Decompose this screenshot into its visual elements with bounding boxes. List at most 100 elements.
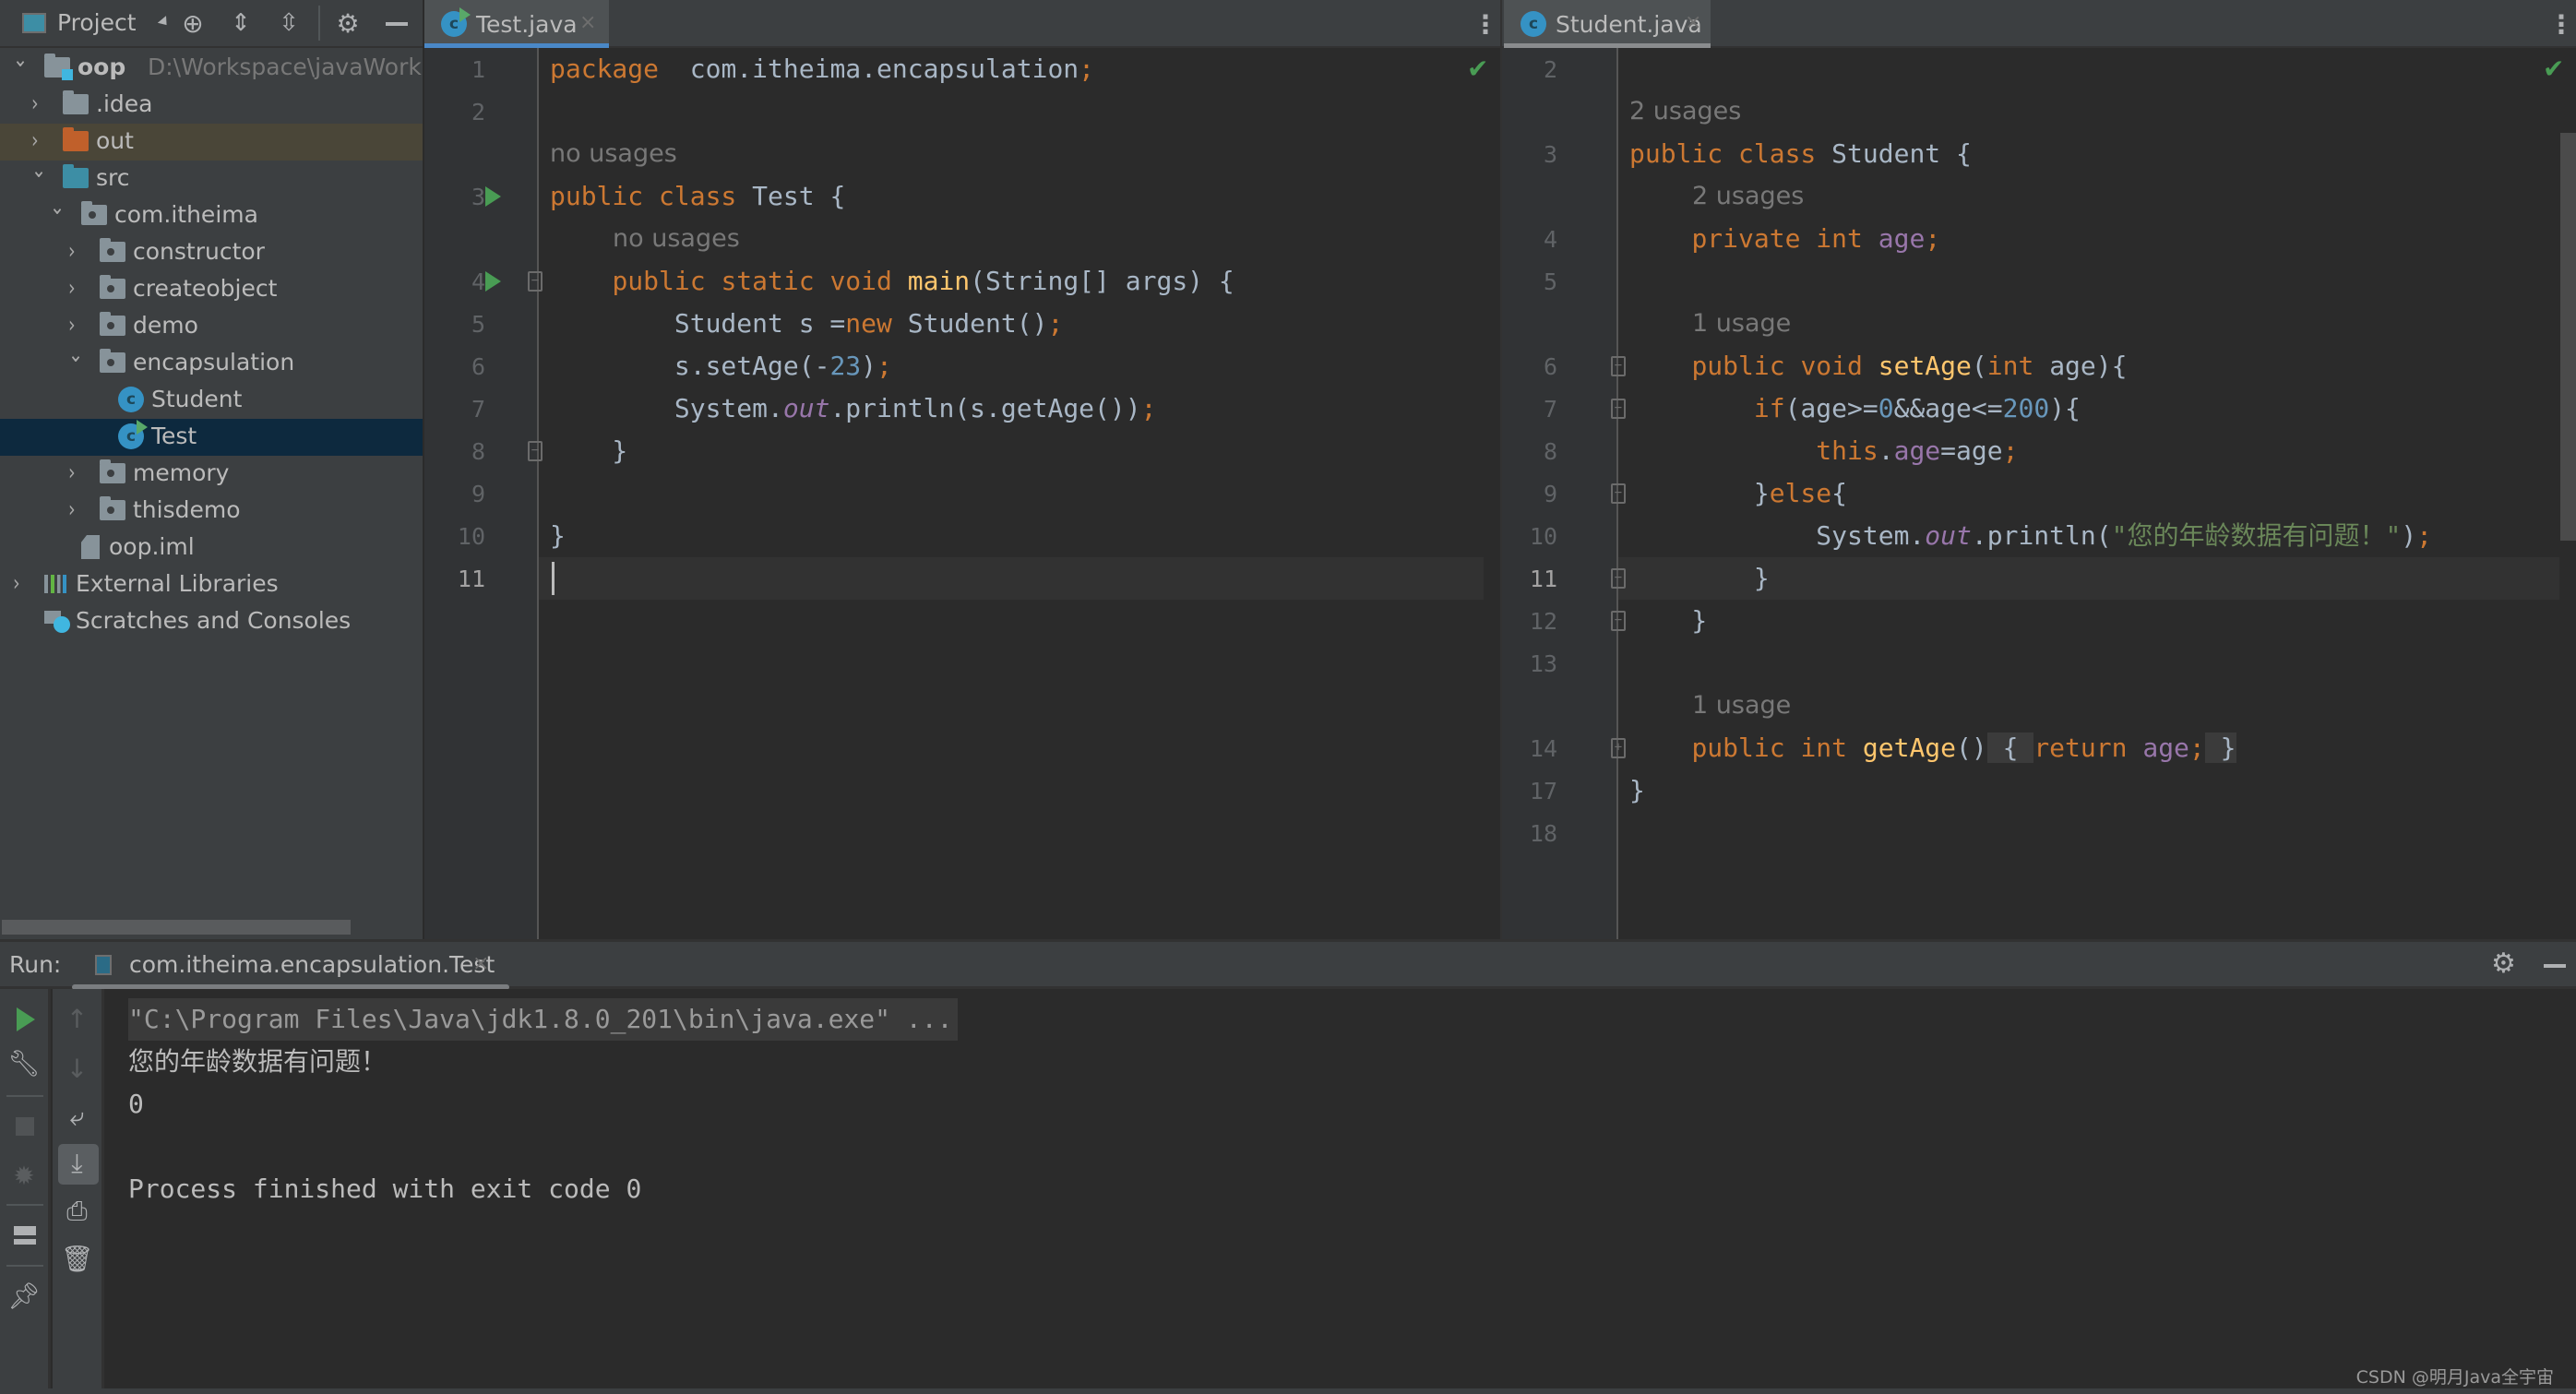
close-tab-icon[interactable]: × bbox=[1685, 11, 1701, 34]
close-tab-icon[interactable]: × bbox=[579, 11, 596, 34]
tree-item-external-libraries[interactable]: › External Libraries bbox=[0, 566, 423, 603]
chevron-down-icon[interactable]: ⌄ bbox=[68, 345, 83, 367]
tree-item--idea[interactable]: › .idea bbox=[0, 87, 423, 124]
tree-item-oop-iml[interactable]: oop.iml bbox=[0, 530, 423, 566]
code-line[interactable]: System.out.println(s.getAge()); bbox=[550, 387, 1157, 430]
stop-icon[interactable] bbox=[16, 1117, 34, 1136]
tree-item-thisdemo[interactable]: › thisdemo bbox=[0, 493, 423, 530]
code-line[interactable]: private int age; bbox=[1629, 218, 1940, 260]
fold-collapse-icon[interactable]: − bbox=[528, 441, 543, 461]
java-class-icon: c bbox=[1521, 11, 1546, 37]
tree-item-encapsulation[interactable]: ⌄ encapsulation bbox=[0, 345, 423, 382]
tree-item-student[interactable]: c Student bbox=[0, 382, 423, 419]
run-gutter-icon[interactable] bbox=[485, 186, 501, 207]
code-line[interactable]: System.out.println("您的年龄数据有问题！"); bbox=[1629, 515, 2432, 557]
chevron-right-icon[interactable]: › bbox=[68, 312, 83, 338]
more-options-icon[interactable]: ⋮ bbox=[2548, 9, 2574, 40]
code-line[interactable]: public static void main(String[] args) { bbox=[550, 260, 1234, 303]
chevron-down-icon[interactable]: ⌄ bbox=[31, 161, 46, 183]
tree-item-src[interactable]: ⌄ src bbox=[0, 161, 423, 197]
right-editor-vertical-scrollbar[interactable] bbox=[2560, 133, 2576, 541]
soft-wrap-icon[interactable]: ⤶ bbox=[53, 1102, 101, 1133]
code-line[interactable]: }else{ bbox=[1629, 472, 1847, 515]
code-line[interactable]: public void setAge(int age){ bbox=[1629, 345, 2127, 387]
tree-item-createobject[interactable]: › createobject bbox=[0, 271, 423, 308]
code-line[interactable]: } bbox=[1629, 769, 1645, 812]
fold-collapse-icon[interactable]: − bbox=[1611, 611, 1626, 631]
tree-item-memory[interactable]: › memory bbox=[0, 456, 423, 493]
fold-collapse-icon[interactable]: − bbox=[1611, 356, 1626, 376]
fold-collapse-icon[interactable]: − bbox=[1611, 483, 1626, 504]
usages-hint[interactable]: no usages bbox=[550, 133, 677, 175]
code-line[interactable]: Student s =new Student(); bbox=[550, 303, 1063, 345]
project-view-selector[interactable]: Project bbox=[57, 9, 137, 36]
project-horizontal-scrollbar[interactable] bbox=[2, 920, 351, 935]
pin-icon[interactable]: 📌︎ bbox=[0, 1281, 48, 1311]
chevron-right-icon[interactable]: › bbox=[31, 127, 46, 153]
locate-icon[interactable]: ⊕ bbox=[177, 7, 209, 39]
usages-hint[interactable]: 1 usage bbox=[1692, 303, 1791, 345]
chevron-down-icon[interactable]: ⌄ bbox=[50, 197, 65, 220]
clear-icon[interactable]: 🗑︎ bbox=[53, 1244, 101, 1274]
code-line[interactable]: } bbox=[550, 515, 566, 557]
tree-item-test[interactable]: c Test bbox=[0, 419, 423, 456]
console-output[interactable]: "C:\Program Files\Java\jdk1.8.0_201\bin\… bbox=[104, 989, 2576, 1388]
gear-icon[interactable]: ⚙ bbox=[332, 7, 364, 39]
chevron-right-icon[interactable]: › bbox=[68, 238, 83, 264]
scroll-down-icon[interactable]: ↓ bbox=[53, 1054, 101, 1084]
left-editor[interactable]: ✔ 1 package com.itheima.encapsulation; 2 no… bbox=[424, 48, 1500, 939]
code-line[interactable]: public class Student { bbox=[1629, 133, 1972, 175]
right-editor[interactable]: ✔ 22 usages 3 public class Student {2 usag… bbox=[1502, 48, 2576, 939]
chevron-down-icon[interactable]: ⌄ bbox=[13, 50, 28, 72]
tree-item-com-itheima[interactable]: ⌄ com.itheima bbox=[0, 197, 423, 234]
close-run-tab-icon[interactable]: × bbox=[472, 952, 489, 975]
code-token: { bbox=[1831, 478, 1848, 508]
chevron-right-icon[interactable]: › bbox=[68, 275, 83, 301]
chevron-right-icon[interactable]: › bbox=[31, 90, 46, 116]
tree-item-oop[interactable]: ⌄ oop D:\Workspace\javaWorkspa bbox=[0, 50, 423, 87]
chevron-right-icon[interactable]: › bbox=[68, 459, 83, 485]
chevron-right-icon[interactable]: › bbox=[68, 496, 83, 522]
code-line[interactable]: } bbox=[550, 430, 627, 472]
tree-item-demo[interactable]: › demo bbox=[0, 308, 423, 345]
collapse-all-icon[interactable]: ⇳ bbox=[273, 7, 304, 39]
tab-student-java[interactable]: c Student.java × bbox=[1504, 0, 1711, 48]
fold-expand-icon[interactable]: + bbox=[1611, 738, 1626, 758]
code-line[interactable]: if(age>=0&&age<=200){ bbox=[1629, 387, 2081, 430]
usages-hint[interactable]: 2 usages bbox=[1692, 175, 1804, 218]
usages-hint[interactable]: no usages bbox=[613, 218, 740, 260]
chevron-down-icon[interactable] bbox=[157, 16, 172, 29]
rerun-icon[interactable] bbox=[17, 1007, 35, 1031]
print-icon[interactable]: ⎙ bbox=[53, 1196, 101, 1227]
code-line[interactable]: public int getAge() { return age; } bbox=[1629, 727, 2236, 769]
tree-item-scratches-and-consoles[interactable]: Scratches and Consoles bbox=[0, 603, 423, 640]
run-gutter-icon[interactable] bbox=[485, 271, 501, 292]
edit-config-icon[interactable]: 🔧︎ bbox=[0, 1048, 48, 1078]
code-line[interactable]: s.setAge(-23); bbox=[550, 345, 892, 387]
code-line[interactable]: } bbox=[1629, 557, 1770, 600]
chevron-right-icon[interactable]: › bbox=[13, 570, 28, 596]
scroll-up-icon[interactable]: ↑ bbox=[53, 1004, 101, 1034]
minimize-icon[interactable] bbox=[386, 22, 408, 26]
fold-collapse-icon[interactable]: − bbox=[1611, 399, 1626, 419]
tree-item-constructor[interactable]: › constructor bbox=[0, 234, 423, 271]
tree-item-out[interactable]: › out bbox=[0, 124, 423, 161]
code-line[interactable]: public class Test { bbox=[550, 175, 845, 218]
console-command-line: "C:\Program Files\Java\jdk1.8.0_201\bin\… bbox=[128, 998, 959, 1041]
code-line[interactable]: } bbox=[1629, 600, 1707, 642]
debug-attach-icon[interactable]: ✹ bbox=[0, 1161, 48, 1191]
code-line[interactable]: this.age=age; bbox=[1629, 430, 2018, 472]
layout-icon[interactable] bbox=[14, 1226, 36, 1245]
run-tab-com-itheima-encapsulation-test[interactable]: com.itheima.encapsulation.Test bbox=[129, 951, 495, 978]
usages-hint[interactable]: 2 usages bbox=[1629, 90, 1741, 133]
scroll-to-end-icon[interactable]: ⤓ bbox=[53, 1148, 101, 1179]
fold-collapse-icon[interactable]: − bbox=[1611, 568, 1626, 589]
usages-hint[interactable]: 1 usage bbox=[1692, 685, 1791, 727]
code-line[interactable]: package com.itheima.encapsulation; bbox=[550, 48, 1094, 90]
expand-all-icon[interactable]: ⇕ bbox=[225, 7, 256, 39]
more-options-icon[interactable]: ⋮ bbox=[1473, 9, 1498, 40]
tab-test-java[interactable]: c Test.java × bbox=[424, 0, 609, 48]
gear-icon[interactable]: ⚙ bbox=[2491, 947, 2516, 980]
minimize-icon[interactable] bbox=[2544, 964, 2566, 968]
fold-collapse-icon[interactable]: − bbox=[528, 271, 543, 292]
